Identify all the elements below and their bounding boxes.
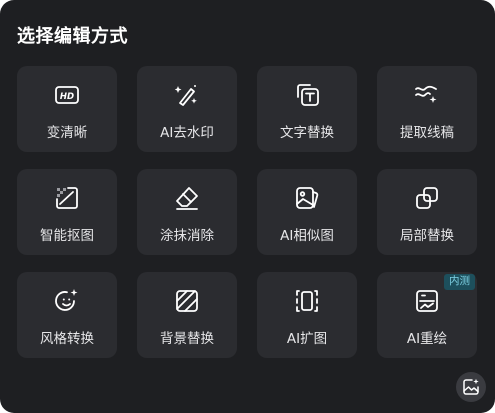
ai-image-button[interactable] — [456, 372, 486, 402]
panel-title: 选择编辑方式 — [17, 26, 128, 47]
tool-partial-replace[interactable]: 局部替换 — [377, 169, 477, 255]
redraw-icon — [414, 288, 440, 314]
tool-enhance-clarity[interactable]: HD 变清晰 — [17, 66, 117, 152]
tool-label: 背景替换 — [160, 331, 214, 347]
tool-label: 智能抠图 — [40, 228, 94, 244]
image-ai-icon — [463, 378, 479, 395]
background-replace-icon — [174, 288, 200, 314]
similar-image-icon — [294, 185, 320, 211]
tool-label: AI去水印 — [160, 125, 214, 141]
tool-ai-watermark-removal[interactable]: AI去水印 — [137, 66, 237, 152]
line-art-icon — [414, 82, 440, 108]
edit-mode-panel: 选择编辑方式 HD 变清晰 AI去水印 文字替换 提取线稿 智能抠图 涂抹消除 … — [0, 0, 495, 413]
tool-label: 变清晰 — [46, 125, 88, 141]
tool-grid: HD 变清晰 AI去水印 文字替换 提取线稿 智能抠图 涂抹消除 AI相似图 局… — [17, 66, 477, 358]
tool-ai-redraw[interactable]: AI重绘 内测 — [377, 272, 477, 358]
tool-label: 涂抹消除 — [160, 228, 214, 244]
eraser-icon — [174, 185, 200, 211]
svg-text:HD: HD — [60, 92, 74, 102]
tool-style-transfer[interactable]: 风格转换 — [17, 272, 117, 358]
magic-wand-icon — [174, 82, 200, 108]
tool-label: AI扩图 — [286, 331, 328, 347]
tool-smear-erase[interactable]: 涂抹消除 — [137, 169, 237, 255]
tool-ai-expand-image[interactable]: AI扩图 — [257, 272, 357, 358]
tool-smart-cutout[interactable]: 智能抠图 — [17, 169, 117, 255]
tool-extract-line-art[interactable]: 提取线稿 — [377, 66, 477, 152]
tool-label: 文字替换 — [280, 125, 334, 141]
hd-icon: HD — [54, 82, 80, 108]
tool-label: 风格转换 — [40, 331, 94, 347]
tool-label: 局部替换 — [400, 228, 454, 244]
partial-replace-icon — [414, 185, 440, 211]
expand-image-icon — [294, 288, 320, 314]
text-replace-icon — [294, 82, 320, 108]
tool-ai-similar-image[interactable]: AI相似图 — [257, 169, 357, 255]
smart-cutout-icon — [54, 185, 80, 211]
style-transfer-icon — [54, 288, 80, 314]
tool-text-replace[interactable]: 文字替换 — [257, 66, 357, 152]
tool-label: AI重绘 — [406, 331, 448, 347]
tool-label: 提取线稿 — [400, 125, 454, 141]
tool-label: AI相似图 — [280, 228, 334, 244]
tool-background-replace[interactable]: 背景替换 — [137, 272, 237, 358]
beta-badge: 内测 — [444, 274, 475, 290]
